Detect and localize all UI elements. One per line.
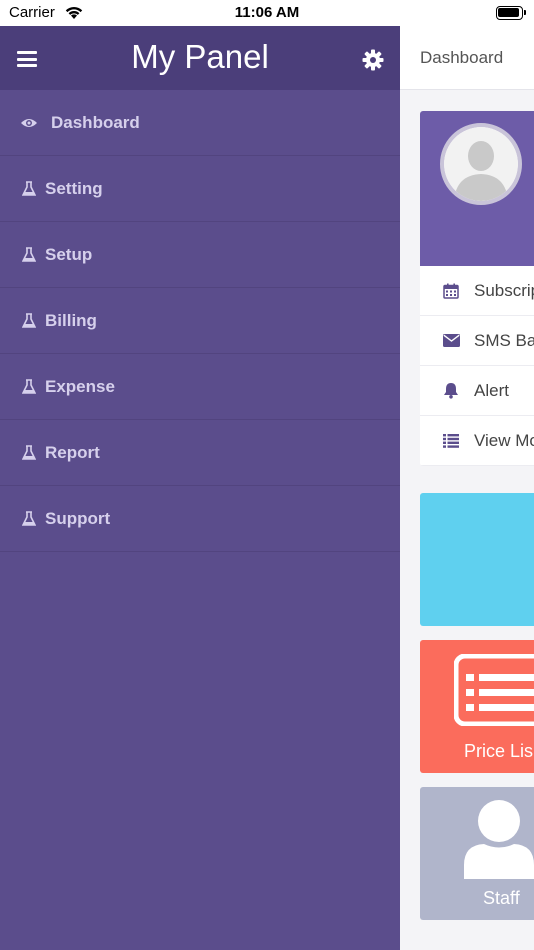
gear-icon[interactable] — [362, 49, 384, 76]
profile-row-view-more[interactable]: View Mo — [420, 416, 534, 466]
flask-icon — [20, 510, 38, 528]
flask-icon — [20, 444, 38, 462]
dashboard-tile-blue[interactable] — [420, 493, 534, 626]
battery-icon — [496, 6, 526, 20]
sidebar-item-dashboard[interactable]: Dashboard — [0, 90, 400, 156]
tile-label: Staff — [483, 888, 520, 908]
profile-card: Subscrip SMS Ba Alert View Mo — [420, 111, 534, 466]
flask-icon — [20, 312, 38, 330]
sidebar-item-label: Dashboard — [51, 112, 140, 132]
flask-icon — [20, 378, 38, 396]
sidebar-item-label: Report — [45, 442, 100, 462]
sidebar-item-label: Setting — [45, 178, 103, 198]
profile-row-alert[interactable]: Alert — [420, 366, 534, 416]
sidebar-item-billing[interactable]: Billing — [0, 288, 400, 354]
profile-row-sms-balance[interactable]: SMS Ba — [420, 316, 534, 366]
profile-header — [420, 111, 534, 266]
sidebar-item-label: Expense — [45, 376, 115, 396]
price-list-icon — [453, 653, 534, 731]
sidebar-header: My Panel — [0, 26, 400, 90]
dashboard-tile-staff[interactable]: Staff — [420, 787, 534, 920]
sidebar-item-setting[interactable]: Setting — [0, 156, 400, 222]
default-user-icon — [444, 127, 518, 201]
sidebar-menu: Dashboard Setting Setup Billing Expense — [0, 90, 400, 552]
calendar-icon — [442, 282, 460, 300]
sidebar-item-support[interactable]: Support — [0, 486, 400, 552]
clock: 11:06 AM — [234, 4, 300, 21]
profile-row-label: SMS Ba — [474, 330, 534, 350]
user-icon — [462, 799, 534, 884]
panel-title: My Panel — [131, 38, 269, 75]
flask-icon — [20, 180, 38, 198]
bell-icon — [442, 382, 460, 400]
sidebar-item-label: Billing — [45, 310, 97, 330]
sidebar-item-label: Support — [45, 508, 111, 528]
sidebar-item-setup[interactable]: Setup — [0, 222, 400, 288]
status-bar: Carrier 11:06 AM — [0, 0, 534, 26]
tile-label: Price Lis — [464, 741, 534, 761]
dashboard-tile-price-list[interactable]: Price Lis — [420, 640, 534, 773]
profile-row-subscription[interactable]: Subscrip — [420, 266, 534, 316]
sidebar-item-label: Setup — [45, 244, 93, 264]
eye-icon — [20, 114, 38, 132]
profile-row-label: Subscrip — [474, 280, 534, 300]
profile-row-label: Alert — [474, 380, 509, 400]
main-content: Dashboard Subscrip SMS Ba Alert View Mo … — [400, 26, 534, 950]
list-icon — [442, 432, 460, 450]
avatar[interactable] — [440, 123, 522, 205]
page-title: Dashboard — [420, 48, 504, 67]
top-bar: Dashboard — [400, 26, 534, 90]
sidebar-item-report[interactable]: Report — [0, 420, 400, 486]
sidebar-drawer: My Panel Dashboard Setting Setup Billing… — [0, 26, 400, 950]
profile-row-label: View Mo — [474, 430, 534, 450]
envelope-icon — [442, 332, 460, 350]
flask-icon — [20, 246, 38, 264]
sidebar-item-expense[interactable]: Expense — [0, 354, 400, 420]
